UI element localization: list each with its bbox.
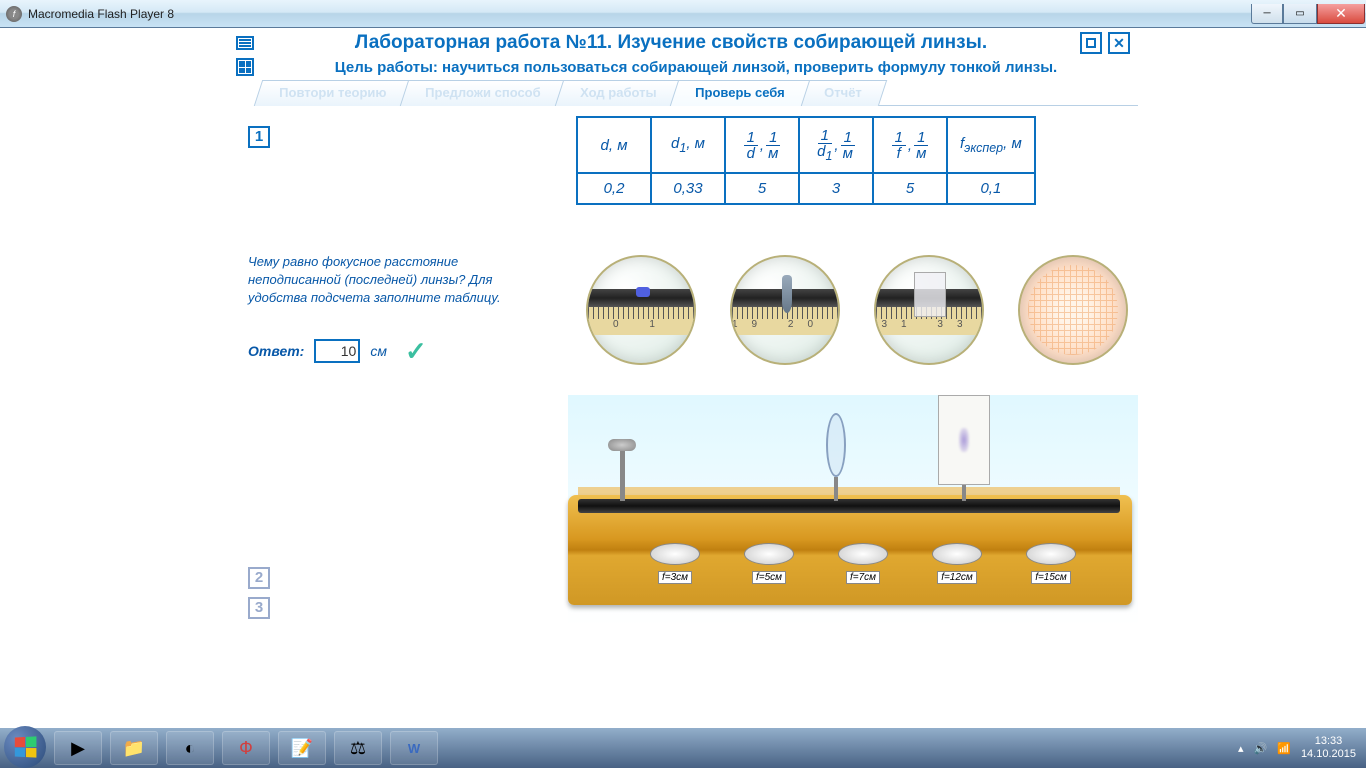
lens-slots: f=3см f=5cм f=7cм f=12cм f=15cм [628,543,1098,585]
tray-arrow-icon[interactable]: ▴ [1238,742,1244,755]
taskbar-media[interactable]: ▶ [54,731,102,765]
maximize-button[interactable]: ▭ [1283,4,1317,24]
cell-fexp[interactable]: 0,1 [947,173,1035,204]
taskbar-app1[interactable]: Ф [222,731,270,765]
cell-1d[interactable]: 5 [725,173,799,204]
question-text: Чему равно фокусное расстояние неподписа… [248,253,548,308]
th-1d1: 1d1, 1м [799,117,873,173]
cell-1f[interactable]: 5 [873,173,947,204]
tab-test[interactable]: Проверь себя [670,80,810,106]
right-panel: d, м d1, м 1d, 1м 1d1, 1м 1f, 1м fэкспер… [568,116,1138,637]
menu-icon[interactable] [236,36,254,50]
step-3[interactable]: 3 [248,597,270,619]
check-icon[interactable]: ✓ [405,336,427,367]
magnifier-3[interactable]: 31 33 [874,255,984,365]
work-area: 1 Чему равно фокусное расстояние неподпи… [228,106,1138,647]
close-button[interactable]: ✕ [1317,4,1365,24]
lens-slot-2[interactable]: f=5cм [744,543,794,585]
taskbar-chrome[interactable]: ◐ [166,731,214,765]
th-d1: d1, м [651,117,725,173]
magnifier-2[interactable]: 19 20 21 [730,255,840,365]
step-list: 2 3 [248,567,548,619]
taskbar: ▶ 📁 ◐ Ф 📝 ⚖ W ▴ 🔊 📶 13:33 14.10.2015 [0,728,1366,768]
step-2[interactable]: 2 [248,567,270,589]
start-button[interactable] [4,726,46,768]
taskbar-explorer[interactable]: 📁 [110,731,158,765]
data-table: d, м d1, м 1d, 1м 1d1, 1м 1f, 1м fэкспер… [576,116,1036,205]
lab-goal-row: Цель работы: научиться пользоваться соби… [228,58,1138,80]
taskbar-scales[interactable]: ⚖ [334,731,382,765]
th-1f: 1f, 1м [873,117,947,173]
light-source[interactable] [608,439,636,501]
tab-procedure[interactable]: Ход работы [555,80,682,106]
app-icon: f [6,6,22,22]
lab-title: Лабораторная работа №11. Изучение свойст… [262,32,1080,54]
calculator-icon[interactable] [236,58,254,76]
lab-application: Лабораторная работа №11. Изучение свойст… [228,28,1138,647]
content-area: Лабораторная работа №11. Изучение свойст… [0,28,1366,728]
minimize-button[interactable]: ─ [1251,4,1283,24]
window-title: Macromedia Flash Player 8 [28,7,1251,21]
answer-unit: см [370,343,387,359]
lens-slot-3[interactable]: f=7cм [838,543,888,585]
magnifier-4[interactable] [1018,255,1128,365]
left-panel: 1 Чему равно фокусное расстояние неподпи… [228,116,568,637]
lens-on-bench[interactable] [826,413,846,501]
magnifier-row: 0 1 19 20 21 31 33 [586,255,1138,365]
th-1d: 1d, 1м [725,117,799,173]
exit-icon[interactable]: ✕ [1108,32,1130,54]
tray-volume-icon[interactable]: 🔊 [1254,742,1268,755]
cell-d1[interactable]: 0,33 [651,173,725,204]
lens-slot-5[interactable]: f=15cм [1026,543,1076,585]
answer-label: Ответ: [248,343,304,359]
cell-d[interactable]: 0,2 [577,173,651,204]
step-1[interactable]: 1 [248,126,270,148]
magnifier-1[interactable]: 0 1 [586,255,696,365]
tray-network-icon[interactable]: 📶 [1277,742,1291,755]
lab-header: Лабораторная работа №11. Изучение свойст… [228,28,1138,58]
lens-slot-1[interactable]: f=3см [650,543,700,585]
tab-report[interactable]: Отчёт [799,80,887,106]
tab-theory[interactable]: Повтори теорию [254,80,412,106]
window-titlebar: f Macromedia Flash Player 8 ─ ▭ ✕ [0,0,1366,28]
answer-input[interactable] [314,339,360,363]
screen-on-bench[interactable] [938,395,990,501]
tray-clock[interactable]: 13:33 14.10.2015 [1301,735,1356,761]
system-tray: ▴ 🔊 📶 13:33 14.10.2015 [1238,735,1362,761]
taskbar-notes[interactable]: 📝 [278,731,326,765]
taskbar-word[interactable]: W [390,731,438,765]
fullscreen-icon[interactable] [1080,32,1102,54]
th-fexp: fэкспер, м [947,117,1035,173]
tabs: Повтори теорию Предложи способ Ход работ… [228,80,1138,106]
optical-bench: f=3см f=5cм f=7cм f=12cм f=15cм [568,395,1138,625]
lens-slot-4[interactable]: f=12cм [932,543,982,585]
cell-1d1[interactable]: 3 [799,173,873,204]
lab-goal: Цель работы: научиться пользоваться соби… [262,59,1130,76]
th-d: d, м [577,117,651,173]
window-controls: ─ ▭ ✕ [1251,4,1365,24]
answer-row: Ответ: см ✓ [248,336,548,367]
tab-method[interactable]: Предложи способ [400,80,566,106]
